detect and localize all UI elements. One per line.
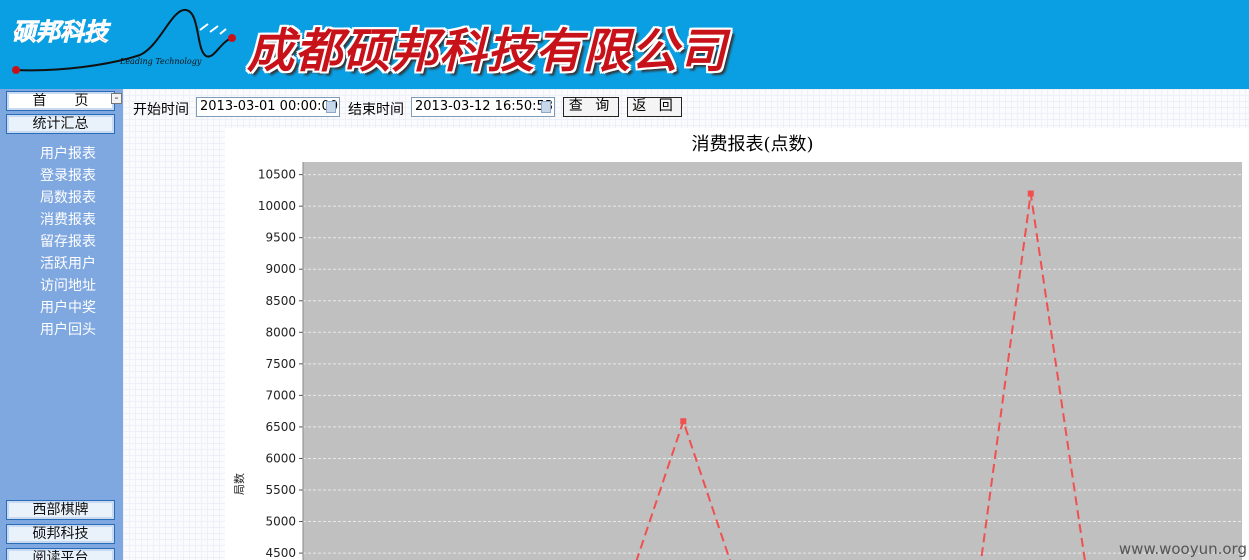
end-time-label: 结束时间: [348, 102, 404, 118]
y-tick-label: 9000: [265, 262, 296, 276]
chart-title: 消费报表(点数): [691, 134, 813, 155]
y-tick-label: 9500: [265, 231, 296, 245]
end-time-input[interactable]: 2013-03-12 16:50:53: [411, 97, 555, 117]
plot-area: [303, 162, 1242, 560]
sidebar-item-user-prize[interactable]: 用户中奖: [40, 297, 96, 317]
y-tick-label: 6500: [265, 420, 296, 434]
start-time-label: 开始时间: [133, 102, 189, 118]
sidebar-item-consumption-report[interactable]: 消费报表: [40, 209, 96, 229]
consumption-chart: 消费报表(点数) 10500 10000 9500 9000 8500 8000 7500 70…: [225, 128, 1249, 560]
y-tick-label: 4500: [265, 546, 296, 560]
y-tick-label: 8000: [265, 325, 296, 339]
calendar-icon[interactable]: [541, 101, 551, 113]
sidebar-item-login-report[interactable]: 登录报表: [40, 165, 96, 185]
watermark: www.wooyun.org: [1118, 540, 1247, 558]
start-time-value: 2013-03-01 00:00:00: [200, 99, 339, 114]
company-name: 成都硕邦科技有限公司: [247, 24, 727, 79]
calendar-icon[interactable]: [326, 101, 336, 113]
home-button[interactable]: 首 页: [6, 91, 115, 111]
sidebar-item-rounds-report[interactable]: 局数报表: [40, 187, 96, 207]
y-tick-label: 7500: [265, 357, 296, 371]
end-time-value: 2013-03-12 16:50:53: [415, 99, 554, 114]
chart-svg: 消费报表(点数) 10500 10000 9500 9000 8500 8000 7500 70…: [233, 134, 1242, 560]
y-tick-label: 6000: [265, 451, 296, 465]
svg-text:Leading Technology: Leading Technology: [119, 57, 202, 66]
sidebar-item-active-users[interactable]: 活跃用户: [40, 253, 96, 273]
sidebar-item-user-return[interactable]: 用户回头: [40, 319, 96, 339]
y-tick-label: 8500: [265, 294, 296, 308]
collapse-icon[interactable]: -: [111, 92, 122, 104]
y-tick-label: 5000: [265, 515, 296, 529]
y-tick-label: 10000: [258, 199, 296, 213]
y-tick-label: 5500: [265, 483, 296, 497]
stats-summary-button[interactable]: 统计汇总: [6, 114, 115, 134]
y-axis-label: 局数: [233, 473, 246, 495]
sidebar-button-reading-platform[interactable]: 阅读平台: [6, 548, 115, 560]
sidebar-button-shuobang-tech[interactable]: 硕邦科技: [6, 524, 115, 544]
y-tick-label: 10500: [258, 168, 296, 182]
y-tick-label: 7000: [265, 388, 296, 402]
sidebar-item-visit-address[interactable]: 访问地址: [40, 275, 96, 295]
sidebar-item-user-report[interactable]: 用户报表: [40, 143, 96, 163]
back-button[interactable]: 返 回: [627, 97, 682, 117]
header-banner: 硕邦科技 Leading Technology 成都硕邦科技有限公司: [0, 0, 1249, 89]
query-button[interactable]: 查 询: [563, 97, 619, 117]
svg-text:硕邦科技: 硕邦科技: [12, 17, 111, 46]
sidebar-item-retention-report[interactable]: 留存报表: [40, 231, 96, 251]
company-logo: 硕邦科技 Leading Technology: [12, 9, 236, 74]
data-point: [680, 418, 687, 425]
data-point: [1027, 190, 1034, 197]
start-time-input[interactable]: 2013-03-01 00:00:00: [196, 97, 340, 117]
sidebar-button-west-chess[interactable]: 西部棋牌: [6, 500, 115, 520]
